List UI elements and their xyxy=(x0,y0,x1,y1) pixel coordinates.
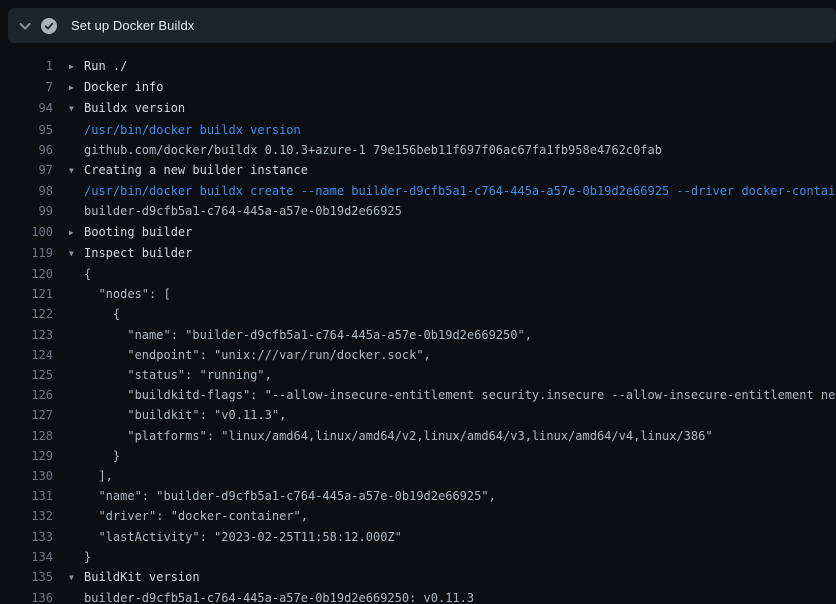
log-text: "endpoint": "unix:///var/run/docker.sock… xyxy=(84,348,431,362)
log-text: "platforms": "linux/amd64,linux/amd64/v2… xyxy=(84,429,713,443)
group-toggle-icon[interactable]: ▶ xyxy=(69,57,84,77)
line-number[interactable]: 136 xyxy=(0,588,53,604)
line-number[interactable]: 133 xyxy=(0,527,53,547)
log-text: "name": "builder-d9cfb5a1-c764-445a-a57e… xyxy=(84,328,532,342)
log-text: "name": "builder-d9cfb5a1-c764-445a-a57e… xyxy=(84,489,496,503)
line-number[interactable]: 130 xyxy=(0,466,53,486)
log-text: builder-d9cfb5a1-c764-445a-a57e-0b19d2e6… xyxy=(84,204,402,218)
log-text: github.com/docker/buildx 0.10.3+azure-1 … xyxy=(84,143,662,157)
log-line: 124 "endpoint": "unix:///var/run/docker.… xyxy=(0,345,836,365)
log-line: 127 "buildkit": "v0.11.3", xyxy=(0,405,836,425)
log-text: ], xyxy=(84,469,113,483)
log-line: 100 ▶Booting builder xyxy=(0,222,836,243)
group-toggle-icon[interactable]: ▼ xyxy=(69,161,84,181)
line-number[interactable]: 98 xyxy=(0,181,53,201)
line-number[interactable]: 100 xyxy=(0,222,53,243)
log-text: } xyxy=(84,550,91,564)
log-line: 136 builder-d9cfb5a1-c764-445a-a57e-0b19… xyxy=(0,588,836,604)
log-line: 130 ], xyxy=(0,466,836,486)
line-number[interactable]: 121 xyxy=(0,284,53,304)
log-line: 125 "status": "running", xyxy=(0,365,836,385)
line-number[interactable]: 119 xyxy=(0,243,53,264)
log-text: "buildkit": "v0.11.3", xyxy=(84,408,286,422)
line-number[interactable]: 128 xyxy=(0,426,53,446)
log-text: "lastActivity": "2023-02-25T11:58:12.000… xyxy=(84,530,402,544)
log-line: 129 } xyxy=(0,446,836,466)
line-number[interactable]: 94 xyxy=(0,98,53,119)
log-line: 135 ▼BuildKit version xyxy=(0,567,836,588)
log-text: { xyxy=(84,307,120,321)
log-text: Docker info xyxy=(84,80,163,94)
group-toggle-icon[interactable]: ▼ xyxy=(69,99,84,119)
line-number[interactable]: 124 xyxy=(0,345,53,365)
group-toggle-icon[interactable]: ▼ xyxy=(69,244,84,264)
line-number[interactable]: 132 xyxy=(0,506,53,526)
log-line: 95 /usr/bin/docker buildx version xyxy=(0,120,836,140)
log-text: { xyxy=(84,267,91,281)
chevron-down-icon[interactable] xyxy=(17,18,33,34)
log-text: "buildkitd-flags": "--allow-insecure-ent… xyxy=(84,388,836,402)
line-number[interactable]: 127 xyxy=(0,405,53,425)
log-line: 128 "platforms": "linux/amd64,linux/amd6… xyxy=(0,426,836,446)
line-number[interactable]: 97 xyxy=(0,160,53,181)
line-number[interactable]: 135 xyxy=(0,567,53,588)
group-toggle-icon[interactable]: ▶ xyxy=(69,78,84,98)
log-line: 133 "lastActivity": "2023-02-25T11:58:12… xyxy=(0,527,836,547)
log-line: 7 ▶Docker info xyxy=(0,77,836,98)
log-line: 119 ▼Inspect builder xyxy=(0,243,836,264)
log-line: 96 github.com/docker/buildx 0.10.3+azure… xyxy=(0,140,836,160)
log-text: /usr/bin/docker buildx version xyxy=(84,123,301,137)
line-number[interactable]: 95 xyxy=(0,120,53,140)
log-text: Inspect builder xyxy=(84,246,192,260)
log-line: 97 ▼Creating a new builder instance xyxy=(0,160,836,181)
log-text: /usr/bin/docker buildx create --name bui… xyxy=(84,184,836,198)
log-text: BuildKit version xyxy=(84,570,200,584)
log-line: 1 ▶Run ./ xyxy=(0,56,836,77)
log-line: 121 "nodes": [ xyxy=(0,284,836,304)
log-line: 131 "name": "builder-d9cfb5a1-c764-445a-… xyxy=(0,486,836,506)
log-line: 134 } xyxy=(0,547,836,567)
line-number[interactable]: 126 xyxy=(0,385,53,405)
log-container: 1 ▶Run ./ 7 ▶Docker info 94 ▼Buildx vers… xyxy=(0,43,836,604)
group-toggle-icon[interactable]: ▶ xyxy=(69,223,84,243)
line-number[interactable]: 131 xyxy=(0,486,53,506)
line-number[interactable]: 96 xyxy=(0,140,53,160)
line-number[interactable]: 122 xyxy=(0,304,53,324)
log-text: "driver": "docker-container", xyxy=(84,509,308,523)
line-number[interactable]: 7 xyxy=(0,77,53,98)
log-line: 122 { xyxy=(0,304,836,324)
step-title: Set up Docker Buildx xyxy=(71,18,194,33)
log-line: 99 builder-d9cfb5a1-c764-445a-a57e-0b19d… xyxy=(0,201,836,221)
log-text: "status": "running", xyxy=(84,368,272,382)
log-text: Run ./ xyxy=(84,59,127,73)
log-text: Booting builder xyxy=(84,225,192,239)
check-circle-icon xyxy=(41,18,57,34)
log-text: Buildx version xyxy=(84,101,185,115)
line-number[interactable]: 123 xyxy=(0,325,53,345)
log-line: 120 { xyxy=(0,264,836,284)
line-number[interactable]: 125 xyxy=(0,365,53,385)
log-text: "nodes": [ xyxy=(84,287,171,301)
log-text: Creating a new builder instance xyxy=(84,163,308,177)
line-number[interactable]: 1 xyxy=(0,56,53,77)
log-line: 123 "name": "builder-d9cfb5a1-c764-445a-… xyxy=(0,325,836,345)
line-number[interactable]: 99 xyxy=(0,201,53,221)
log-text: builder-d9cfb5a1-c764-445a-a57e-0b19d2e6… xyxy=(84,591,474,604)
step-header[interactable]: Set up Docker Buildx xyxy=(8,8,836,43)
log-line: 94 ▼Buildx version xyxy=(0,98,836,119)
line-number[interactable]: 129 xyxy=(0,446,53,466)
log-line: 132 "driver": "docker-container", xyxy=(0,506,836,526)
log-line: 98 /usr/bin/docker buildx create --name … xyxy=(0,181,836,201)
line-number[interactable]: 134 xyxy=(0,547,53,567)
line-number[interactable]: 120 xyxy=(0,264,53,284)
group-toggle-icon[interactable]: ▼ xyxy=(69,568,84,588)
log-line: 126 "buildkitd-flags": "--allow-insecure… xyxy=(0,385,836,405)
log-text: } xyxy=(84,449,120,463)
